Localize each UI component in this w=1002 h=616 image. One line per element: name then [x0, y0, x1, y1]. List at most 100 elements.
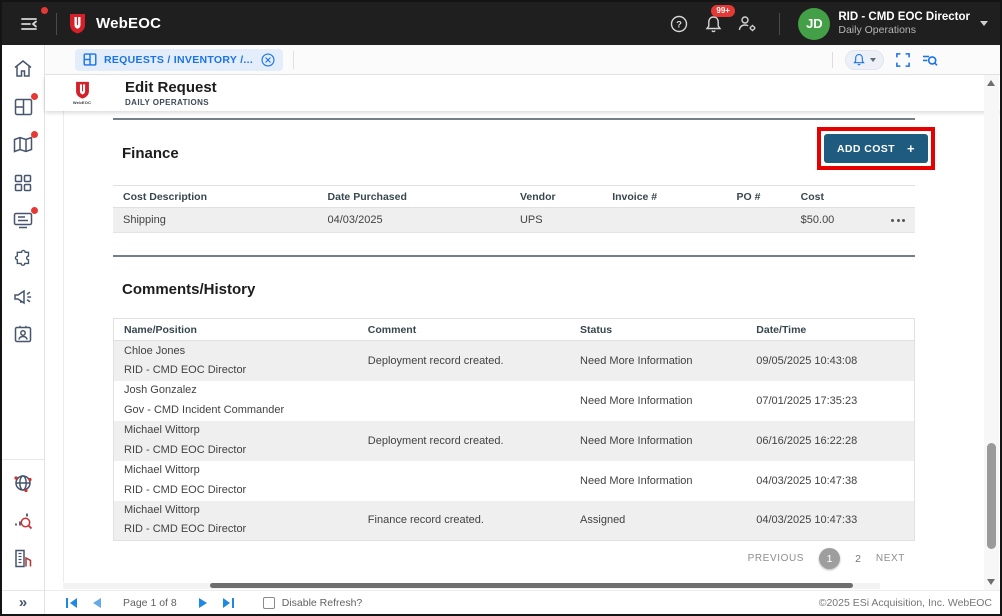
board-header: WebEOC Edit Request DAILY OPERATIONS: [45, 75, 1000, 111]
help-icon[interactable]: ?: [665, 10, 693, 38]
commenter-position: Gov - CMD Incident Commander: [124, 401, 358, 420]
datetime-cell: 09/05/2025 10:43:08: [746, 341, 914, 381]
vertical-scrollbar-thumb[interactable]: [987, 443, 996, 549]
chevron-down-icon: [980, 21, 988, 26]
vertical-scrollbar[interactable]: [984, 75, 999, 590]
toolbar-divider: [832, 52, 833, 68]
status-cell: Need More Information: [570, 381, 746, 421]
fullscreen-icon[interactable]: [896, 53, 910, 67]
horizontal-scrollbar[interactable]: [63, 583, 880, 589]
sidebar-item-search-reports[interactable]: [12, 510, 34, 531]
page-1-button[interactable]: 1: [819, 548, 840, 569]
boards-notification-dot: [31, 93, 38, 100]
board-logo: WebEOC: [65, 81, 99, 105]
sidebar-item-global[interactable]: [12, 472, 34, 493]
sidebar-item-home[interactable]: [12, 58, 34, 79]
datetime-cell: 07/01/2025 17:35:23: [746, 381, 914, 421]
column-header: Date Purchased: [318, 186, 510, 208]
comments-pagination: PREVIOUS 1 2 NEXT: [748, 548, 905, 569]
messages-notification-dot: [31, 207, 38, 214]
tab-separator: [293, 51, 294, 69]
topbar-divider-2: [779, 13, 780, 35]
annotation-highlight-box: ADD COST+: [817, 127, 935, 170]
add-cost-button[interactable]: ADD COST+: [824, 134, 928, 163]
webeoc-shield-icon: [75, 81, 90, 99]
status-cell: Need More Information: [570, 461, 746, 501]
comment-cell: [358, 381, 570, 421]
sidebar-item-maps[interactable]: [12, 134, 34, 155]
tab-label: REQUESTS / INVENTORY /...: [104, 54, 253, 66]
column-header: Name/Position: [114, 319, 358, 341]
user-admin-icon[interactable]: [733, 10, 761, 38]
notification-count-badge: 99+: [711, 5, 735, 17]
comment-row: Michael WittorpRID - CMD EOC Director Ne…: [114, 461, 915, 501]
board-notifications-dropdown[interactable]: [845, 50, 884, 70]
board-search-icon[interactable]: [922, 53, 938, 67]
last-page-button[interactable]: [221, 595, 237, 611]
page-2-button[interactable]: 2: [855, 553, 861, 565]
previous-page-button[interactable]: PREVIOUS: [748, 553, 804, 564]
commenter-name: Josh Gonzalez: [124, 381, 358, 400]
tab-requests-inventory[interactable]: REQUESTS / INVENTORY /...: [75, 49, 283, 71]
comment-cell: Finance record created.: [358, 501, 570, 541]
row-actions-icon[interactable]: [891, 219, 905, 222]
sidebar-item-announcements[interactable]: [12, 286, 34, 307]
sidebar-expand-icon[interactable]: »: [2, 590, 45, 614]
horizontal-scrollbar-thumb[interactable]: [210, 583, 853, 588]
copyright-text: ©2025 ESi Acquisition, Inc. WebEOC: [819, 597, 992, 609]
user-menu[interactable]: JD RID - CMD EOC Director Daily Operatio…: [798, 8, 988, 40]
comment-row: Michael WittorpRID - CMD EOC Director Fi…: [114, 501, 915, 541]
page-subtitle: DAILY OPERATIONS: [125, 98, 217, 108]
menu-notification-dot: [41, 7, 48, 14]
next-page-nav-button[interactable]: [196, 595, 212, 611]
sidebar-item-plugins[interactable]: [12, 248, 34, 269]
disable-refresh-checkbox[interactable]: [263, 597, 275, 609]
board-tab-icon: [83, 53, 97, 66]
column-header: Comment: [358, 319, 570, 341]
scroll-up-arrow-icon[interactable]: [987, 80, 995, 86]
user-role-label: RID - CMD EOC Director: [838, 10, 970, 24]
top-app-bar: WebEOC ? 99+ JD RID - CMD EOC Director D…: [2, 2, 1000, 45]
sidebar-item-contacts[interactable]: [12, 324, 34, 345]
commenter-position: RID - CMD EOC Director: [124, 361, 358, 380]
sidebar-item-messages[interactable]: [12, 210, 34, 231]
user-incident-label: Daily Operations: [838, 24, 970, 37]
comment-cell: Deployment record created.: [358, 341, 570, 381]
datetime-cell: 06/16/2025 16:22:28: [746, 421, 914, 461]
commenter-name: Michael Wittorp: [124, 421, 358, 440]
board-logo-text: WebEOC: [73, 100, 91, 105]
comment-cell: [358, 461, 570, 501]
first-page-button[interactable]: [63, 595, 79, 611]
commenter-name: Michael Wittorp: [124, 501, 358, 520]
comments-heading: Comments/History: [122, 281, 255, 298]
form-card: Finance ADD COST+ Cost Description Date …: [110, 111, 935, 590]
po-cell: [727, 208, 791, 233]
sidebar-item-apps[interactable]: [12, 172, 34, 193]
main-area: REQUESTS / INVENTORY /...: [45, 45, 1000, 614]
status-cell: Need More Information: [570, 421, 746, 461]
board-bell-icon: [853, 53, 865, 66]
column-header: Date/Time: [746, 319, 914, 341]
commenter-position: RID - CMD EOC Director: [124, 441, 358, 460]
webeoc-logo-icon: [69, 13, 86, 34]
avatar: JD: [798, 8, 830, 40]
cost-description-cell: Shipping: [113, 208, 318, 233]
comment-cell: Deployment record created.: [358, 421, 570, 461]
sidebar-item-boards[interactable]: [12, 96, 34, 117]
next-page-button[interactable]: NEXT: [876, 553, 905, 564]
tab-close-icon[interactable]: [261, 53, 275, 67]
topbar-divider: [56, 13, 57, 35]
comment-row: Chloe JonesRID - CMD EOC Director Deploy…: [114, 341, 915, 381]
content-left-rule: [63, 111, 64, 582]
scroll-down-arrow-icon[interactable]: [987, 579, 995, 585]
column-header-actions: [875, 186, 915, 208]
datetime-cell: 04/03/2025 10:47:33: [746, 501, 914, 541]
notifications-bell-icon[interactable]: 99+: [699, 10, 727, 38]
menu-collapse-icon[interactable]: [16, 10, 44, 38]
comment-row: Michael WittorpRID - CMD EOC Director De…: [114, 421, 915, 461]
cost-cell: $50.00: [791, 208, 875, 233]
sidebar-item-organization[interactable]: [12, 548, 34, 569]
previous-page-nav-button[interactable]: [88, 595, 104, 611]
webeoc-window: WebEOC ? 99+ JD RID - CMD EOC Director D…: [0, 0, 1002, 616]
sidebar-divider: [2, 459, 45, 460]
